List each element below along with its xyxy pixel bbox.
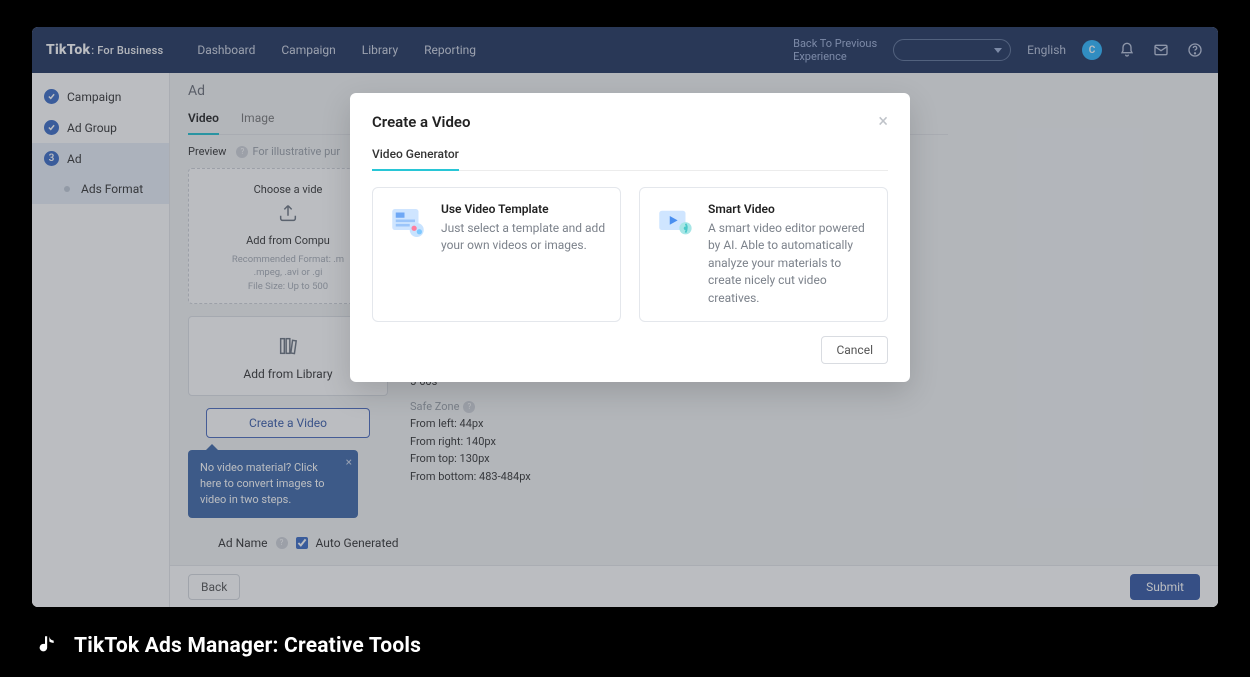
card-desc: Just select a template and add your own …	[441, 220, 606, 255]
close-icon[interactable]: ×	[878, 113, 888, 131]
create-video-modal: Create a Video × Video Generator Use Vid…	[350, 93, 910, 382]
modal-tabs: Video Generator	[372, 141, 888, 171]
card-title: Smart Video	[708, 202, 873, 216]
caption-text: TikTok Ads Manager: Creative Tools	[74, 634, 421, 658]
card-smart-video[interactable]: Smart Video A smart video editor powered…	[639, 187, 888, 322]
tiktok-note-icon	[32, 633, 58, 659]
card-video-template[interactable]: Use Video Template Just select a templat…	[372, 187, 621, 322]
option-cards: Use Video Template Just select a templat…	[372, 187, 888, 322]
caption-bar: TikTok Ads Manager: Creative Tools	[32, 633, 421, 659]
template-icon	[387, 202, 429, 244]
tab-video-generator[interactable]: Video Generator	[372, 141, 459, 171]
card-title: Use Video Template	[441, 202, 606, 216]
cancel-button[interactable]: Cancel	[821, 336, 888, 364]
card-desc: A smart video editor powered by AI. Able…	[708, 220, 873, 307]
app-window: TikTok: For Business Dashboard Campaign …	[32, 27, 1218, 607]
modal-title: Create a Video	[372, 113, 470, 131]
smart-video-icon	[654, 202, 696, 244]
